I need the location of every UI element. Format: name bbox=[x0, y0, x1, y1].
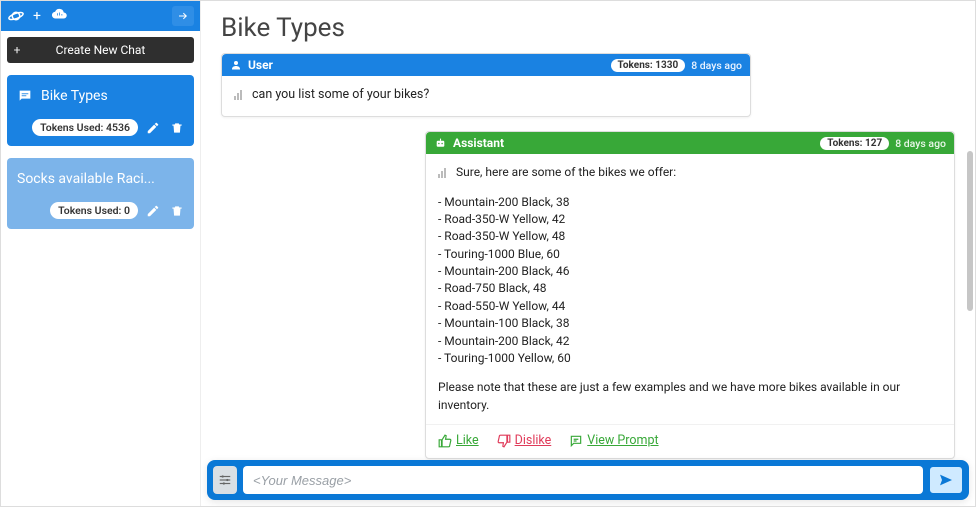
robot-icon bbox=[434, 137, 447, 150]
prompt-icon bbox=[569, 434, 583, 448]
user-icon bbox=[230, 59, 242, 71]
message-input[interactable] bbox=[243, 466, 923, 494]
message-time: 8 days ago bbox=[691, 59, 742, 72]
list-item: - Touring-1000 Blue, 60 bbox=[438, 246, 942, 263]
list-item: - Road-550-W Yellow, 44 bbox=[438, 298, 942, 315]
sidebar: + + Create New Chat Bike Types Tokens Us… bbox=[1, 1, 201, 506]
sliders-icon bbox=[218, 473, 232, 487]
signal-icon bbox=[234, 88, 244, 106]
list-item: - Touring-1000 Yellow, 60 bbox=[438, 350, 942, 367]
chat-title: Socks available Raci... bbox=[17, 171, 155, 187]
signal-icon bbox=[438, 166, 448, 183]
cloud-icon bbox=[49, 5, 71, 27]
dislike-button[interactable]: Dislike bbox=[497, 433, 552, 448]
edit-icon[interactable] bbox=[146, 204, 160, 218]
message-assistant: Assistant Tokens: 127 8 days ago Sure bbox=[425, 131, 955, 459]
plus-icon: + bbox=[7, 43, 27, 57]
scrollbar-thumb[interactable] bbox=[967, 151, 973, 311]
message-actions: Like Dislike View Prompt bbox=[426, 424, 954, 458]
tokens-pill: Tokens Used: 4536 bbox=[32, 119, 138, 136]
user-message-text: can you list some of your bikes? bbox=[252, 86, 429, 104]
view-prompt-label: View Prompt bbox=[587, 433, 658, 448]
plus-icon: + bbox=[33, 8, 41, 24]
list-item: - Road-750 Black, 48 bbox=[438, 280, 942, 297]
chat-title: Bike Types bbox=[41, 88, 108, 104]
app-shell: + + Create New Chat Bike Types Tokens Us… bbox=[0, 0, 976, 507]
create-new-chat-button[interactable]: + Create New Chat bbox=[7, 37, 194, 63]
list-item: - Road-350-W Yellow, 48 bbox=[438, 228, 942, 245]
scrollbar-track[interactable] bbox=[965, 31, 973, 456]
role-label: User bbox=[248, 58, 273, 72]
message-composer bbox=[207, 460, 969, 500]
app-logo bbox=[7, 7, 25, 25]
tokens-pill: Tokens: 127 bbox=[820, 137, 889, 150]
sidebar-header: + bbox=[1, 1, 200, 31]
view-prompt-button[interactable]: View Prompt bbox=[569, 433, 658, 448]
assistant-intro: Sure, here are some of the bikes we offe… bbox=[456, 164, 676, 181]
arrow-right-icon bbox=[177, 10, 189, 22]
tokens-pill: Tokens: 1330 bbox=[611, 59, 686, 72]
role-label: Assistant bbox=[453, 136, 504, 150]
delete-icon[interactable] bbox=[170, 204, 184, 218]
chat-card[interactable]: Socks available Raci... Tokens Used: 0 bbox=[7, 158, 194, 229]
delete-icon[interactable] bbox=[170, 121, 184, 135]
message-header: Assistant Tokens: 127 8 days ago bbox=[426, 132, 954, 154]
chat-icon bbox=[17, 88, 33, 104]
composer-options-button[interactable] bbox=[213, 466, 237, 494]
sidebar-collapse-button[interactable] bbox=[172, 6, 194, 26]
message-header: User Tokens: 1330 8 days ago bbox=[222, 54, 750, 76]
send-icon bbox=[938, 472, 954, 488]
messages-list: User Tokens: 1330 8 days ago can you bbox=[201, 49, 975, 506]
bike-list: - Mountain-200 Black, 38 - Road-350-W Ye… bbox=[438, 194, 942, 368]
main-panel: Bike Types User Tokens: 1330 8 days ago bbox=[201, 1, 975, 506]
planet-icon bbox=[7, 7, 25, 25]
thumbs-down-icon bbox=[497, 434, 511, 448]
page-title: Bike Types bbox=[201, 1, 975, 49]
assistant-note: Please note that these are just a few ex… bbox=[438, 379, 942, 414]
edit-icon[interactable] bbox=[146, 121, 160, 135]
message-time: 8 days ago bbox=[895, 137, 946, 150]
send-button[interactable] bbox=[929, 466, 963, 494]
list-item: - Mountain-200 Black, 46 bbox=[438, 263, 942, 280]
thumbs-up-icon bbox=[438, 434, 452, 448]
create-new-chat-label: Create New Chat bbox=[27, 43, 194, 57]
dislike-label: Dislike bbox=[515, 433, 552, 448]
list-item: - Mountain-200 Black, 42 bbox=[438, 333, 942, 350]
chat-card-active[interactable]: Bike Types Tokens Used: 4536 bbox=[7, 75, 194, 146]
like-label: Like bbox=[456, 433, 479, 448]
tokens-pill: Tokens Used: 0 bbox=[50, 202, 138, 219]
like-button[interactable]: Like bbox=[438, 433, 479, 448]
list-item: - Mountain-100 Black, 38 bbox=[438, 315, 942, 332]
message-user: User Tokens: 1330 8 days ago can you bbox=[221, 53, 751, 117]
list-item: - Road-350-W Yellow, 42 bbox=[438, 211, 942, 228]
list-item: - Mountain-200 Black, 38 bbox=[438, 194, 942, 211]
